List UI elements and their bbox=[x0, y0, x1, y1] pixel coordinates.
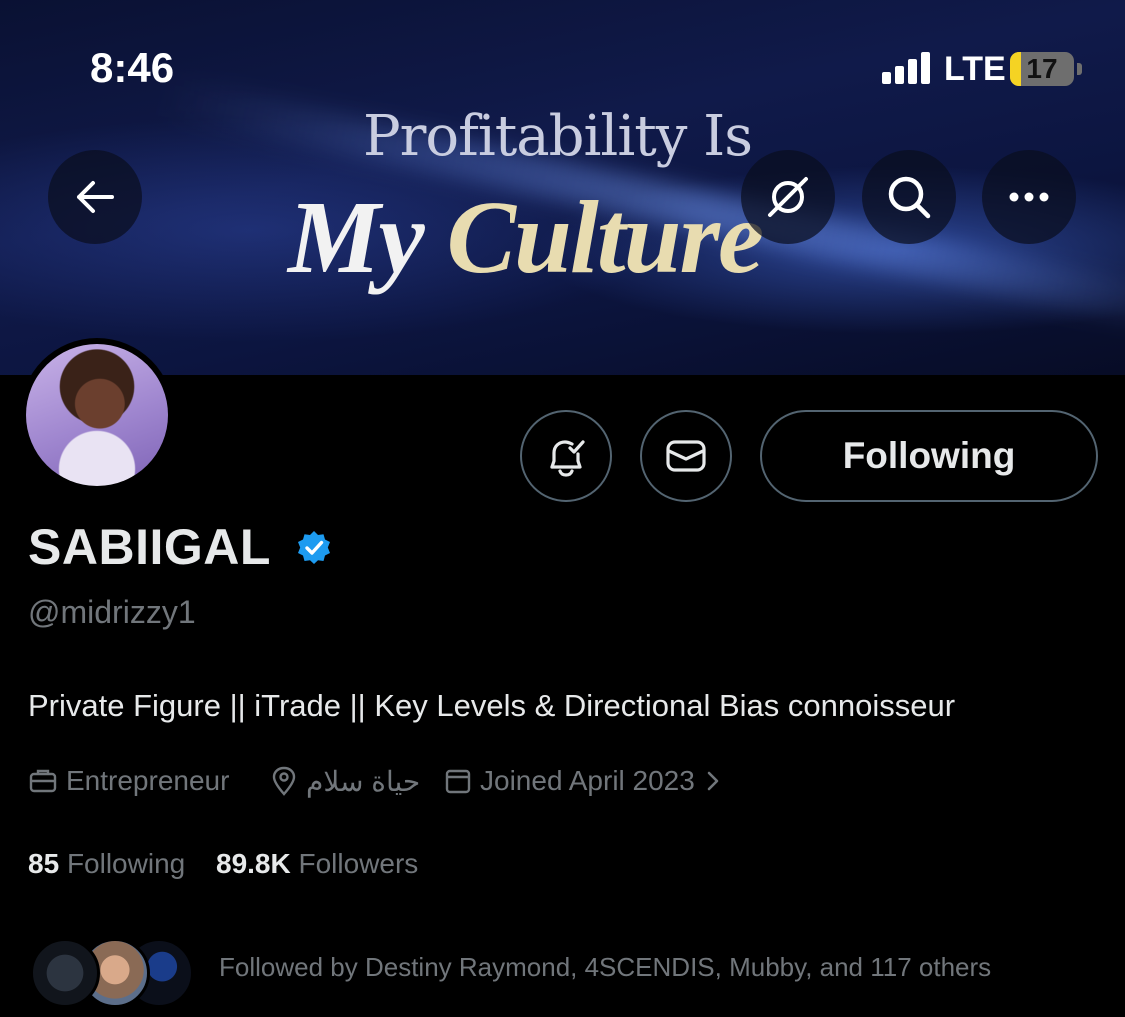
avatar[interactable] bbox=[20, 338, 174, 492]
meta-location: حياة سلام bbox=[270, 762, 420, 800]
envelope-icon bbox=[666, 440, 706, 472]
back-button[interactable] bbox=[48, 150, 142, 244]
battery-tip bbox=[1077, 63, 1082, 75]
meta-category: Entrepreneur bbox=[28, 762, 229, 800]
category-label: Entrepreneur bbox=[66, 765, 230, 796]
following-count: 85 bbox=[28, 848, 60, 879]
display-name: SABIIGAL bbox=[28, 519, 271, 575]
battery-level: 17 bbox=[1026, 53, 1058, 84]
bio: Private Figure || iTrade || Key Levels &… bbox=[28, 688, 956, 723]
battery-icon: 17 bbox=[1010, 52, 1074, 86]
followed-by-text[interactable]: Followed by Destiny Raymond, 4SCENDIS, M… bbox=[219, 952, 991, 983]
more-button[interactable] bbox=[982, 150, 1076, 244]
following-stat[interactable]: 85 Following bbox=[28, 848, 185, 880]
meta-joined[interactable]: Joined April 2023 bbox=[444, 762, 723, 800]
arrow-left-icon bbox=[77, 181, 114, 213]
location-label: حياة سلام bbox=[306, 765, 421, 797]
banner-headline-line1: Profitability Is bbox=[362, 104, 753, 169]
handle: @midrizzy1 bbox=[28, 594, 196, 630]
joined-label: Joined April 2023 bbox=[480, 765, 695, 796]
ellipsis-icon bbox=[1009, 192, 1049, 202]
search-button[interactable] bbox=[862, 150, 956, 244]
followers-label: Followers bbox=[298, 848, 419, 879]
briefcase-icon bbox=[29, 769, 57, 793]
banner-headline-word2: Culture bbox=[446, 180, 764, 295]
grok-icon bbox=[768, 177, 808, 217]
followers-stat[interactable]: 89.8K Followers bbox=[216, 848, 418, 880]
location-pin-icon bbox=[272, 766, 296, 796]
banner-headline-line2: My Culture bbox=[288, 178, 764, 297]
calendar-icon bbox=[445, 769, 471, 794]
followers-count: 89.8K bbox=[216, 848, 291, 879]
search-icon bbox=[888, 176, 931, 219]
notifications-button[interactable] bbox=[520, 410, 612, 502]
following-button[interactable]: Following bbox=[760, 410, 1098, 502]
mutual-avatar-1[interactable] bbox=[30, 938, 100, 1008]
signal-strength-icon bbox=[882, 52, 934, 84]
bell-check-icon bbox=[550, 440, 585, 477]
banner-headline-word1: My bbox=[288, 180, 425, 295]
status-time: 8:46 bbox=[90, 44, 175, 91]
following-label: Following bbox=[66, 848, 186, 879]
avatar-image bbox=[26, 344, 168, 486]
chevron-right-icon bbox=[707, 771, 719, 791]
verified-badge-icon[interactable] bbox=[296, 530, 332, 566]
network-type: LTE bbox=[944, 50, 1006, 88]
message-button[interactable] bbox=[640, 410, 732, 502]
grok-button[interactable] bbox=[741, 150, 835, 244]
